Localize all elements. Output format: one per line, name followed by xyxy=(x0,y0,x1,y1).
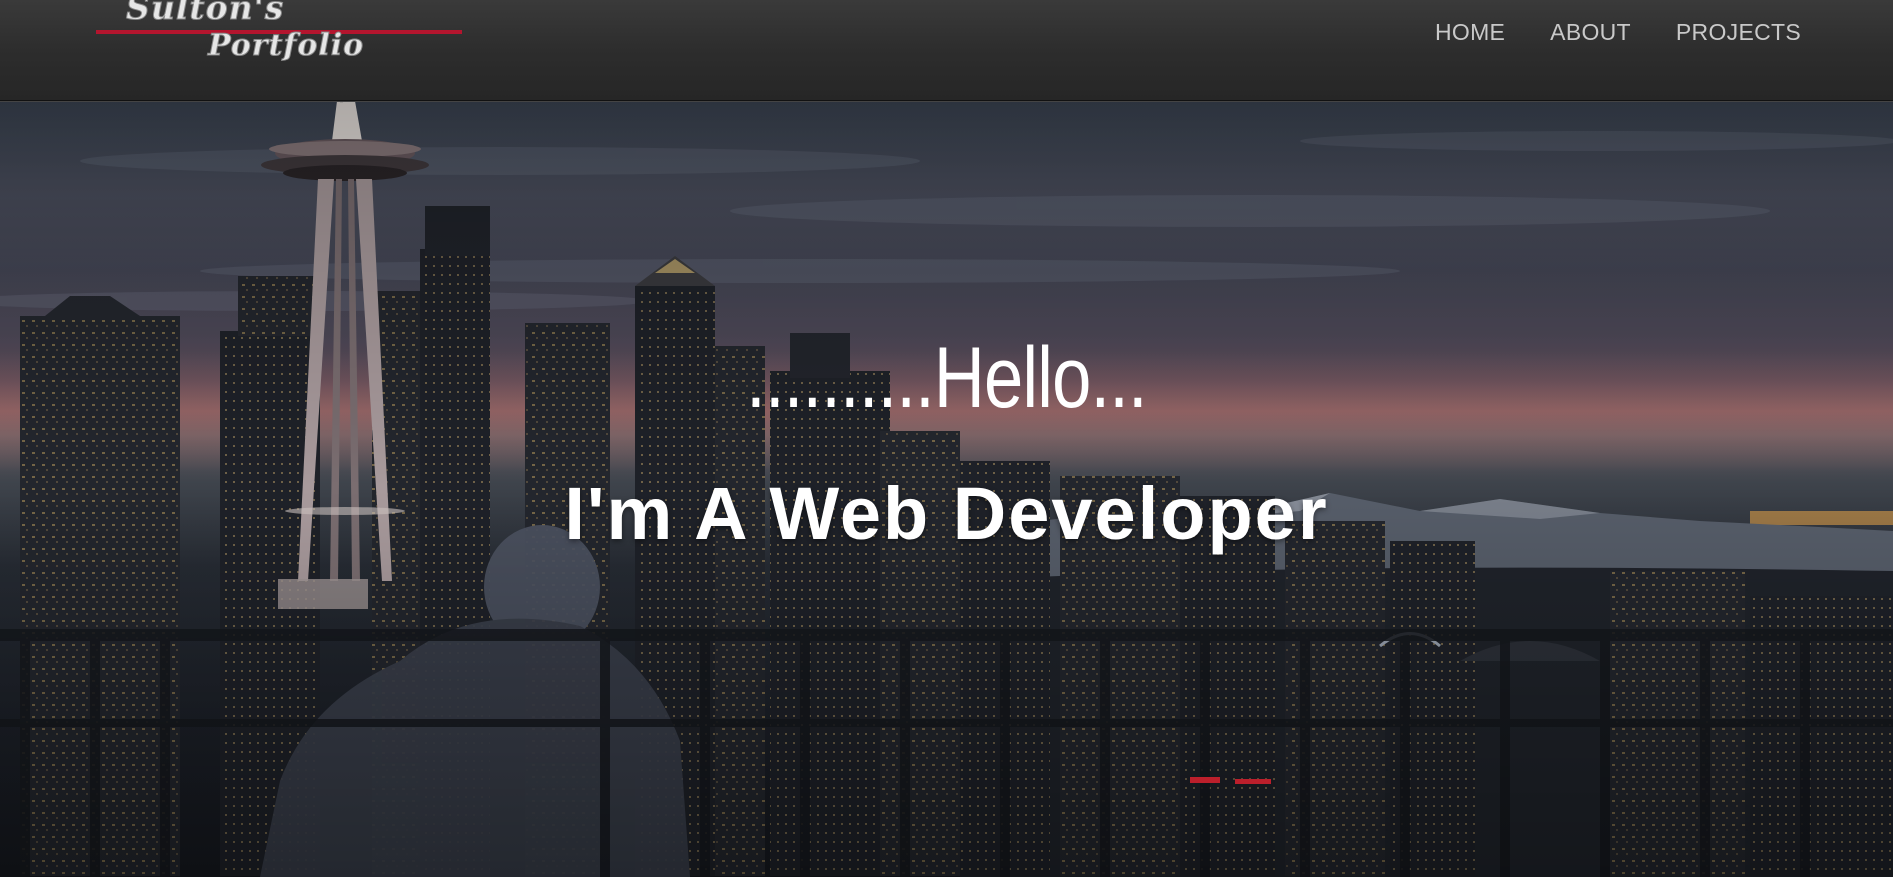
logo-text-line-1: Sulton's xyxy=(125,0,285,28)
site-logo[interactable]: Sulton's Portfolio xyxy=(96,0,462,68)
nav-link-home[interactable]: HOME xyxy=(1435,19,1505,46)
hero-title: I'm A Web Developer xyxy=(564,472,1329,555)
logo-text-line-2: Portfolio xyxy=(207,28,365,64)
hero-greeting: ..........Hello... xyxy=(746,330,1147,426)
navbar: Sulton's Portfolio HOME ABOUT PROJECTS xyxy=(0,0,1893,101)
hero-section: ..........Hello... I'm A Web Developer xyxy=(0,101,1893,877)
nav-link-projects[interactable]: PROJECTS xyxy=(1676,19,1801,46)
main-nav: HOME ABOUT PROJECTS xyxy=(1435,19,1801,46)
nav-link-about[interactable]: ABOUT xyxy=(1550,19,1631,46)
